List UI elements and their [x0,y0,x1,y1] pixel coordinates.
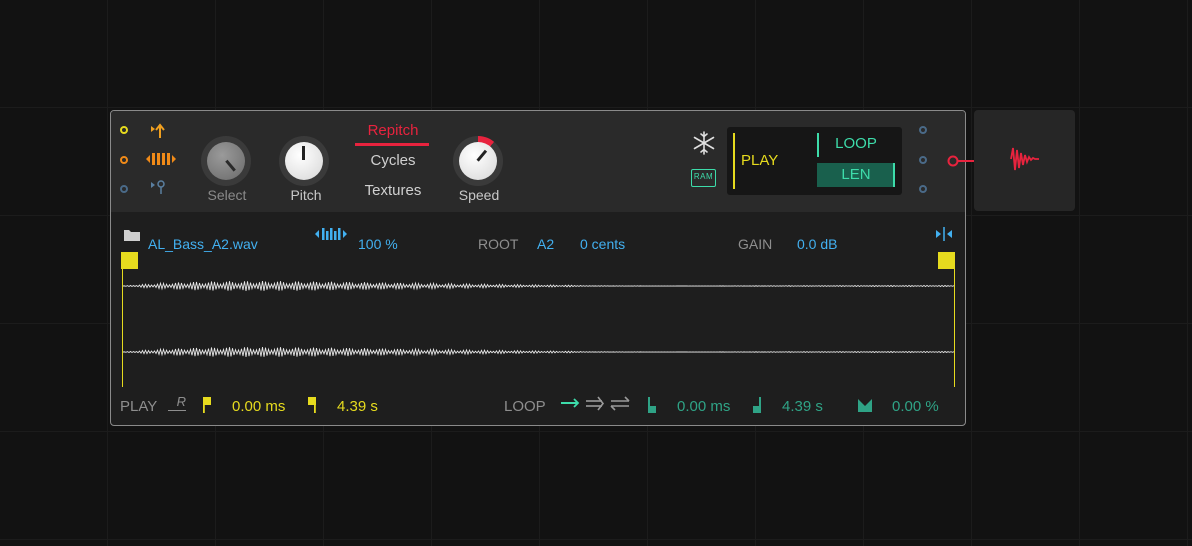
modulation-port[interactable] [120,185,128,193]
output-port-2[interactable] [919,156,927,164]
speed-knob[interactable] [453,136,503,186]
sampler-icon [1010,147,1039,171]
root-note[interactable]: A2 [537,236,554,252]
fit-icon[interactable] [934,226,954,242]
loop-button[interactable]: LOOP [817,135,895,152]
loop-end-marker-icon[interactable] [752,397,762,413]
midi-input-port[interactable] [120,156,128,164]
select-label: Select [207,187,247,203]
mode-active-underline [355,143,429,146]
mode-cycles[interactable]: Cycles [355,152,431,169]
gain-label: GAIN [738,236,773,252]
len-button[interactable]: LEN [817,163,895,187]
sampler-device: Select Pitch Repitch Cycles Textures Spe… [110,110,966,426]
flag-icon[interactable] [202,397,212,413]
snowflake-icon[interactable] [692,131,716,155]
loop-start-marker-icon[interactable] [647,397,657,413]
output-port-1[interactable] [919,126,927,134]
note-expression-icon[interactable] [149,123,167,139]
device-header: Select Pitch Repitch Cycles Textures Spe… [111,111,965,212]
play-label: PLAY [120,398,158,415]
loop-start-value[interactable]: 0.00 ms [677,398,730,415]
play-mode-button[interactable]: PLAY [741,152,801,169]
speed-stretch-icon[interactable] [314,226,348,242]
keyboard-icon[interactable] [145,151,177,167]
speed-label: Speed [458,187,500,203]
pitch-label: Pitch [290,187,322,203]
side-chain-device[interactable] [974,110,1075,211]
folder-icon[interactable] [123,227,141,242]
speed-percent[interactable]: 100 % [358,236,398,252]
root-label: ROOT [478,236,519,252]
loop-end-value[interactable]: 4.39 s [782,398,823,415]
waveform[interactable] [123,261,955,391]
output-port-3[interactable] [919,185,927,193]
pitch-knob[interactable] [279,136,329,186]
crossfade-value[interactable]: 0.00 % [892,398,939,415]
select-knob[interactable] [201,136,251,186]
gain-value[interactable]: 0.0 dB [797,236,837,252]
mode-textures[interactable]: Textures [355,182,431,199]
loop-mode-icons[interactable] [560,396,632,412]
sample-filename[interactable]: AL_Bass_A2.wav [148,236,258,252]
crossfade-icon[interactable] [858,399,872,412]
reverse-button[interactable]: R [168,394,186,411]
playback-panel: PLAY LOOP LEN [727,127,902,195]
flag-icon[interactable] [307,397,317,413]
note-input-port[interactable] [120,126,128,134]
loop-label: LOOP [504,398,546,415]
play-start-value[interactable]: 0.00 ms [232,398,285,415]
play-end-value[interactable]: 4.39 s [337,398,378,415]
cents-value[interactable]: 0 cents [580,236,625,252]
mode-repitch[interactable]: Repitch [355,122,431,139]
ram-icon[interactable]: RAM [691,169,716,187]
modulator-icon[interactable] [149,179,167,195]
